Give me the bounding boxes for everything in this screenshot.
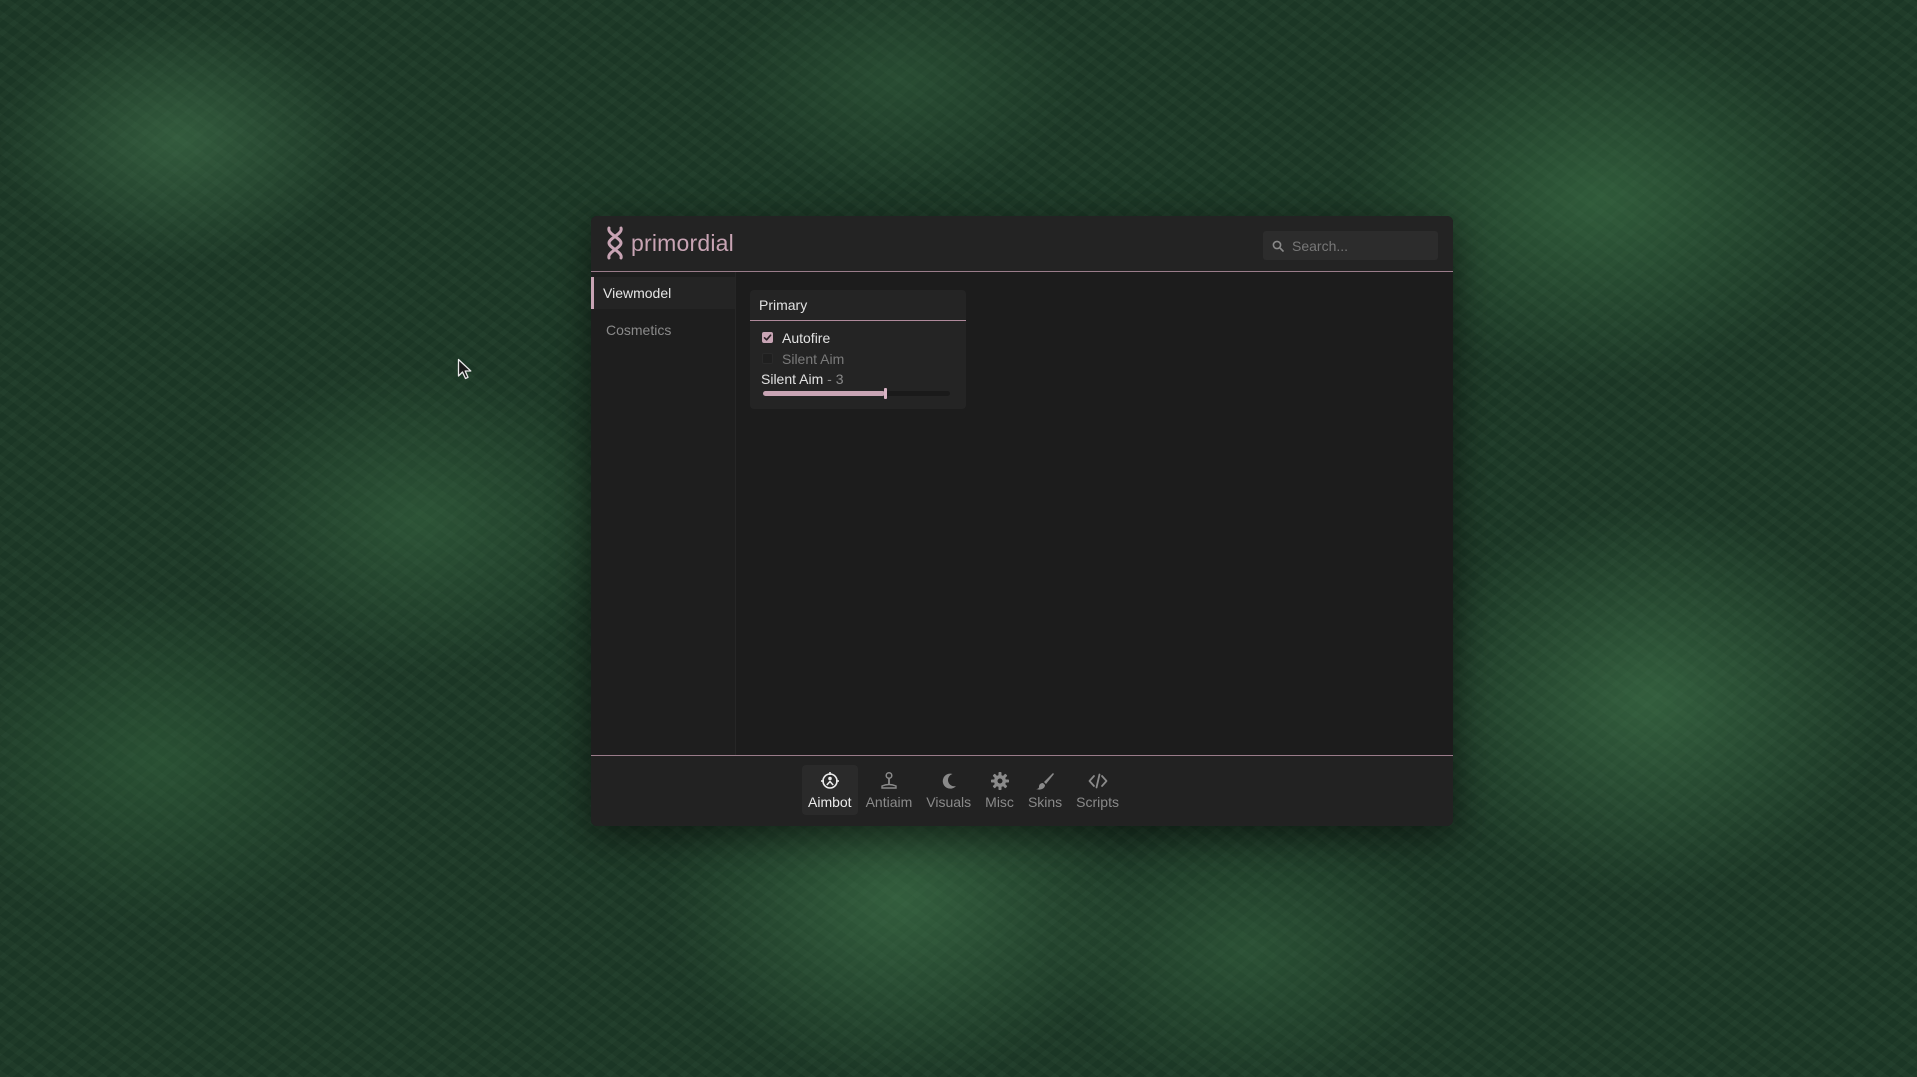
gear-icon — [990, 771, 1009, 790]
logo: primordial — [603, 225, 734, 261]
sidebar-item-cosmetics[interactable]: Cosmetics — [591, 314, 735, 346]
slider-handle[interactable] — [883, 388, 887, 399]
tab-label: Skins — [1027, 793, 1063, 810]
slider-fill — [763, 391, 885, 396]
tab-misc[interactable]: Misc — [979, 765, 1020, 815]
search-input[interactable] — [1290, 236, 1434, 255]
tab-label: Visuals — [926, 793, 972, 810]
mouse-cursor-icon — [457, 358, 472, 380]
slider-value: - 3 — [827, 371, 844, 387]
app-window: primordial Viewmodel Cosmetics Primary — [591, 216, 1453, 826]
content-area: Primary Autofire Silent Aim Silent Aim -… — [736, 272, 1453, 826]
logo-icon — [607, 226, 623, 260]
slider-label: Silent Aim — [761, 371, 824, 387]
bottom-tab-bar: Aimbot Antiaim Visuals Misc Skins Script… — [591, 755, 1453, 826]
search-box[interactable] — [1263, 231, 1438, 260]
joystick-icon — [881, 771, 897, 789]
tab-antiaim[interactable]: Antiaim — [860, 765, 919, 815]
sidebar-item-label: Viewmodel — [603, 285, 672, 301]
check-icon — [763, 334, 772, 341]
autofire-checkbox[interactable] — [762, 332, 773, 343]
tab-label: Scripts — [1076, 793, 1119, 810]
sidebar: Viewmodel Cosmetics — [591, 272, 736, 826]
brand-name: primordial — [631, 229, 734, 256]
tab-scripts[interactable]: Scripts — [1070, 765, 1125, 815]
tab-skins[interactable]: Skins — [1022, 765, 1068, 815]
tab-aimbot[interactable]: Aimbot — [802, 765, 858, 815]
brush-icon — [1036, 772, 1055, 790]
option-silent-aim[interactable]: Silent Aim — [762, 348, 966, 369]
option-label: Autofire — [782, 329, 831, 346]
silent-aim-slider[interactable] — [763, 388, 950, 399]
sidebar-item-viewmodel[interactable]: Viewmodel — [591, 277, 735, 309]
silent-aim-checkbox[interactable] — [762, 353, 773, 364]
sidebar-item-label: Cosmetics — [606, 322, 672, 338]
code-icon — [1088, 773, 1107, 788]
search-icon — [1272, 240, 1284, 252]
group-primary: Primary Autofire Silent Aim Silent Aim -… — [750, 290, 966, 409]
tab-label: Aimbot — [808, 793, 852, 810]
tab-label: Antiaim — [865, 793, 913, 810]
group-title: Primary — [750, 290, 966, 321]
moon-icon — [942, 773, 956, 789]
option-label: Silent Aim — [782, 350, 845, 367]
header: primordial — [591, 216, 1453, 272]
tab-visuals[interactable]: Visuals — [920, 765, 977, 815]
tab-label: Misc — [985, 793, 1014, 810]
slider-label-row: Silent Aim - 3 — [761, 371, 966, 387]
option-autofire[interactable]: Autofire — [762, 327, 966, 348]
crosshair-icon — [820, 771, 839, 789]
